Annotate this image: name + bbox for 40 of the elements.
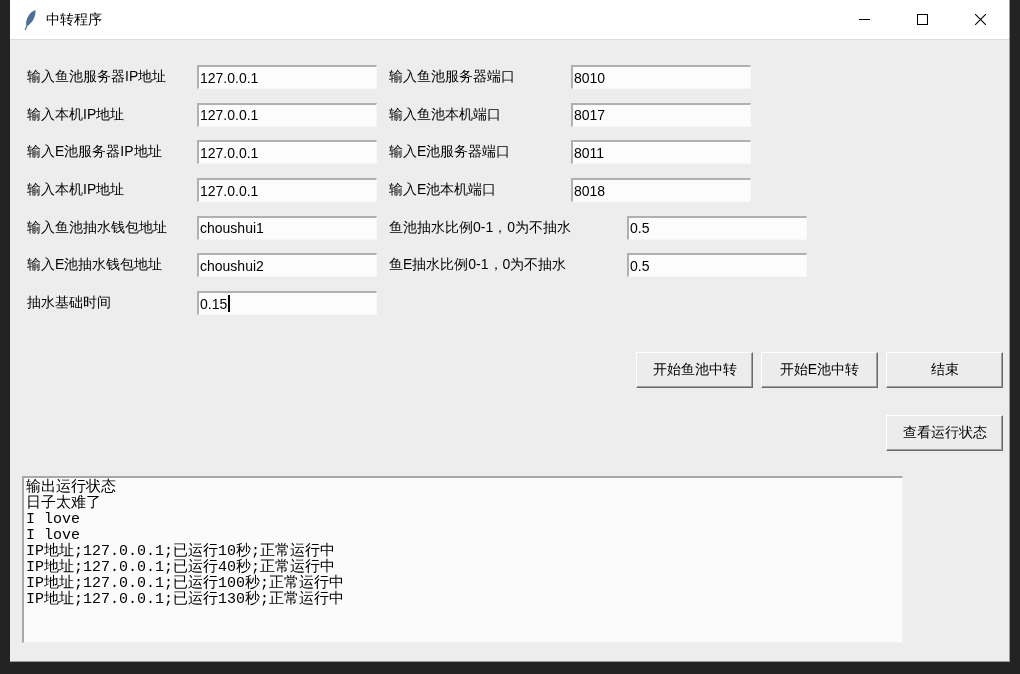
field-label: 输入本机IP地址 xyxy=(27,181,125,200)
field-label: 输入鱼池服务器端口 xyxy=(389,68,515,86)
text-field[interactable]: 8017 xyxy=(571,102,751,127)
field-label: 输入E池抽水钱包地址 xyxy=(27,256,163,275)
text-field[interactable]: 127.0.0.1 xyxy=(197,178,377,203)
text-field[interactable]: choushui2 xyxy=(197,253,377,278)
action-button[interactable]: 结束 xyxy=(886,352,1003,389)
action-button[interactable]: 开始鱼池中转 xyxy=(636,352,753,389)
text-field[interactable]: 8018 xyxy=(571,178,751,203)
text-field[interactable]: 8010 xyxy=(571,65,751,89)
text-field[interactable]: 8011 xyxy=(571,140,751,165)
text-field[interactable]: 127.0.0.1 xyxy=(197,140,377,165)
log-line: IP地址;127.0.0.1;已运行130秒;正常运行中 xyxy=(26,592,345,609)
feather-icon xyxy=(24,9,36,30)
field-label: 输入E池服务器端口 xyxy=(389,143,511,162)
log-line: I love xyxy=(26,512,80,529)
field-label: 输入E池服务器IP地址 xyxy=(27,143,162,162)
field-label: 鱼E抽水比例0-1，0为不抽水 xyxy=(389,256,567,275)
text-field[interactable]: 0.5 xyxy=(627,215,808,240)
close-icon xyxy=(974,14,986,25)
action-button[interactable]: 查看运行状态 xyxy=(886,415,1003,452)
text-cursor-icon xyxy=(228,295,231,313)
field-label: 输入本机IP地址 xyxy=(27,105,125,124)
text-field[interactable]: 0.5 xyxy=(627,253,808,278)
output-text-area[interactable]: 输出运行状态 日子太难了 I love I love IP地址;127.0.0.1;已运行10秒;正常运行中 IP地址;127.0.0.1;已运行40秒;正常运行中 IP地址;127.0.0.1;已运行100秒;正常运行中 IP地址;127.0.0.1;已运行130秒;正常运行中 xyxy=(22,476,903,644)
field-label: 输入鱼池本机端口 xyxy=(389,105,501,124)
window-title: 中转程序 xyxy=(46,10,102,29)
text-field[interactable]: choushui1 xyxy=(197,215,377,240)
field-label: 输入鱼池抽水钱包地址 xyxy=(27,218,167,237)
field-label: 抽水基础时间 xyxy=(27,294,111,313)
maximize-icon xyxy=(916,14,928,25)
text-field[interactable]: 127.0.0.1 xyxy=(197,102,377,127)
text-field[interactable]: 127.0.0.1 xyxy=(197,65,377,89)
field-label: 输入鱼池服务器IP地址 xyxy=(27,68,167,86)
action-button[interactable]: 开始E池中转 xyxy=(761,352,878,389)
log-line: 日子太难了 xyxy=(26,496,101,513)
field-label: 输入E池本机端口 xyxy=(389,181,497,200)
field-label: 鱼池抽水比例0-1，0为不抽水 xyxy=(389,218,572,237)
text-field[interactable]: 0.15 xyxy=(197,291,377,316)
minimize-icon xyxy=(858,19,870,20)
